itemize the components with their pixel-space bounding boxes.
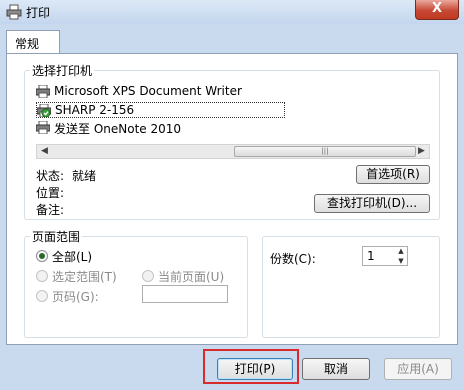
default-printer-check-icon — [36, 103, 52, 118]
printer-name: SHARP 2-156 — [55, 103, 135, 117]
printer-item-xps[interactable]: Microsoft XPS Document Writer — [35, 84, 242, 100]
all-pages-label[interactable]: 全部(L) — [52, 248, 92, 265]
spin-down-icon[interactable]: ▼ — [394, 256, 408, 266]
apply-button[interactable]: 应用(A) — [384, 358, 452, 380]
scroll-right-icon[interactable]: ▶ — [414, 145, 429, 158]
print-button[interactable]: 打印(P) — [217, 358, 293, 380]
copies-label: 份数(C): — [270, 252, 316, 266]
location-label: 位置: — [36, 186, 65, 200]
printer-name: 发送至 OneNote 2010 — [54, 122, 182, 136]
selection-label[interactable]: 选定范围(T) — [52, 268, 117, 285]
radio-pages[interactable] — [36, 290, 48, 302]
select-printer-label: 选择打印机 — [30, 62, 95, 79]
tab-label: 常规 — [15, 37, 40, 51]
printer-icon — [6, 4, 22, 20]
cancel-button[interactable]: 取消 — [302, 358, 370, 380]
pages-input[interactable] — [142, 285, 228, 303]
printer-icon — [35, 84, 51, 99]
window-title: 打印 — [26, 6, 51, 20]
copies-value: 1 — [367, 249, 375, 263]
printer-list: Microsoft XPS Document Writer SHARP 2-15… — [30, 82, 440, 144]
close-icon: X — [431, 1, 443, 16]
printer-list-scrollbar[interactable]: ◀ ||| ▶ — [36, 144, 430, 159]
tab-general[interactable]: 常规 — [6, 30, 60, 54]
scroll-left-icon[interactable]: ◀ — [37, 145, 52, 158]
current-page-label[interactable]: 当前页面(U) — [158, 268, 224, 285]
status-value: 就绪 — [72, 169, 97, 183]
printer-icon — [35, 120, 51, 135]
page-range-label: 页面范围 — [30, 228, 83, 245]
printer-name: Microsoft XPS Document Writer — [54, 84, 242, 98]
comment-label: 备注: — [36, 203, 65, 217]
close-button[interactable]: X — [415, 0, 459, 20]
grip-icon: ||| — [321, 147, 329, 155]
find-printer-button[interactable]: 查找打印机(D)... — [314, 194, 430, 213]
title-bar: 打印 X — [0, 0, 464, 24]
printer-item-sharp[interactable]: SHARP 2-156 — [36, 102, 286, 118]
pages-label[interactable]: 页码(G): — [52, 288, 99, 305]
preferences-button[interactable]: 首选项(R) — [356, 165, 430, 184]
status-label: 状态: — [36, 169, 65, 183]
radio-all-pages[interactable] — [36, 250, 48, 262]
radio-selection[interactable] — [36, 270, 48, 282]
scrollbar-thumb[interactable]: ||| — [234, 146, 416, 157]
printer-item-onenote[interactable]: 发送至 OneNote 2010 — [35, 120, 182, 136]
print-dialog: 打印 X 常规 选择打印机 Microsoft XPS Document Wri… — [0, 0, 464, 390]
spin-up-icon[interactable]: ▲ — [394, 246, 408, 256]
radio-current-page[interactable] — [142, 270, 154, 282]
